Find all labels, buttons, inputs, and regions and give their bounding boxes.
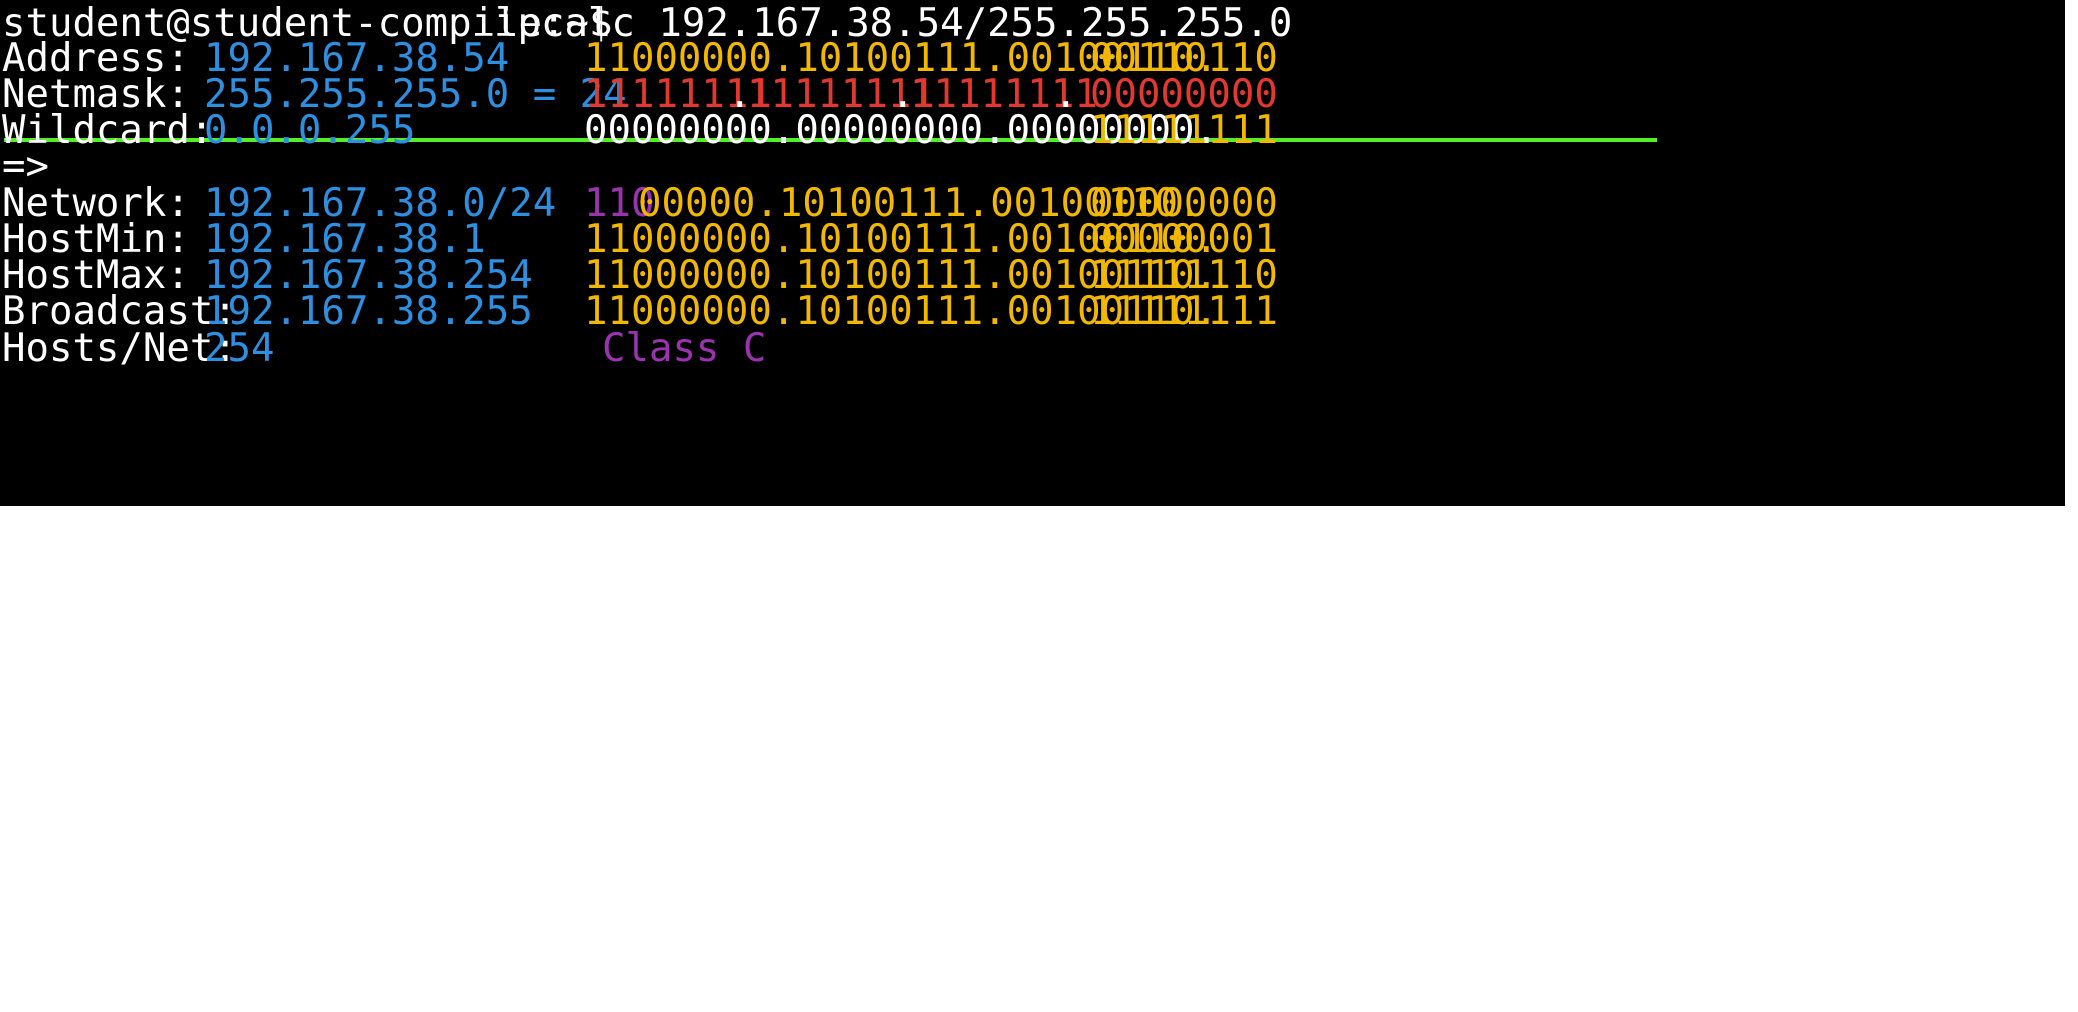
hosts-row: Hosts/Net: 254 Class C [2, 325, 766, 373]
network-class: Class C [602, 326, 767, 371]
wildcard-value: 0.0.0.255 [204, 108, 416, 153]
wildcard-binary-host: 11111111 [1090, 108, 1278, 153]
broadcast-binary-host: 11111111 [1090, 289, 1278, 334]
hosts-label: Hosts/Net: [2, 326, 237, 371]
terminal-window[interactable]: student@student-compile:~$ ipcalc 192.16… [0, 0, 2065, 506]
hosts-value: 254 [204, 326, 275, 371]
